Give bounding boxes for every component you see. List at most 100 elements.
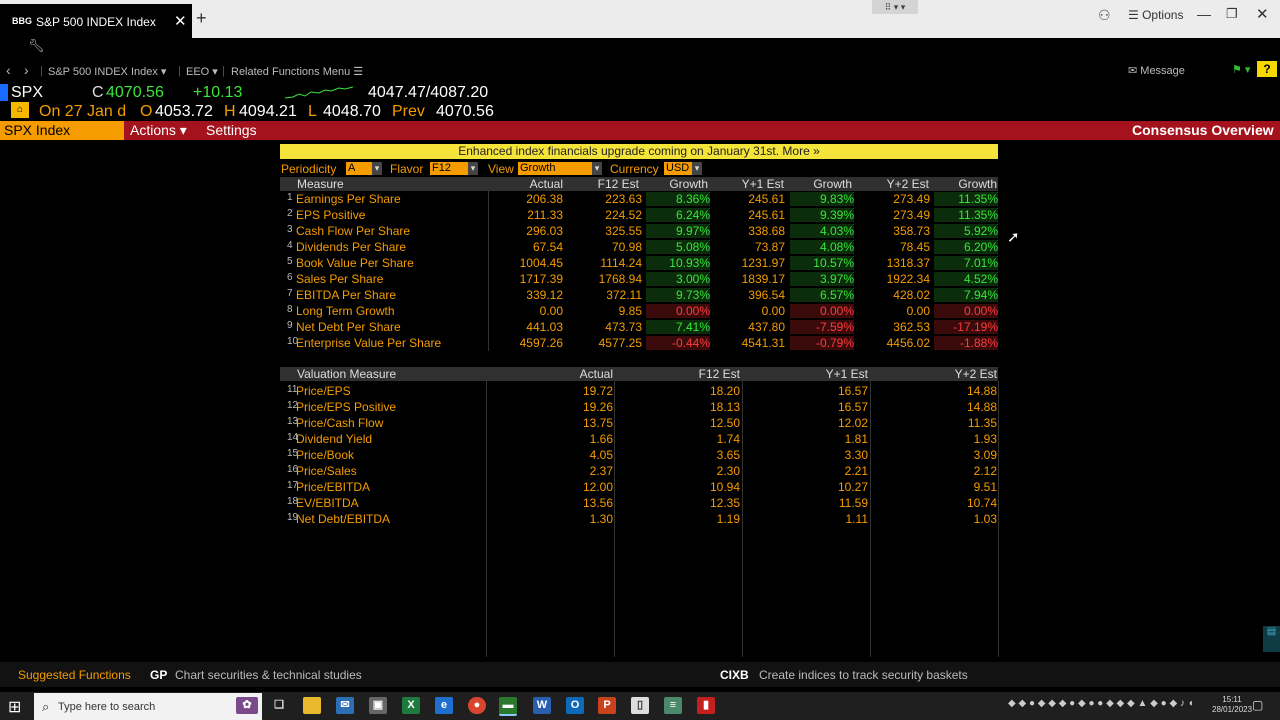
security-dropdown[interactable]: S&P 500 INDEX Index ▾ xyxy=(48,65,166,78)
measure-label[interactable]: Enterprise Value Per Share xyxy=(296,336,441,350)
measure-label[interactable]: Sales Per Share xyxy=(296,272,383,286)
currency-dropdown-icon[interactable]: ▾ xyxy=(692,162,702,175)
settings-menu[interactable]: Settings xyxy=(206,122,257,138)
table-row[interactable]: 11 Price/EPS 19.72 18.20 16.57 14.88 xyxy=(280,383,998,399)
column-header[interactable]: F12 Est xyxy=(699,367,740,381)
task-view-icon[interactable]: ❏ xyxy=(270,697,288,714)
taskbar-clock[interactable]: 15:11 28/01/2023 xyxy=(1212,695,1252,715)
edge-icon[interactable]: e xyxy=(435,697,453,714)
powerpoint-icon[interactable]: P xyxy=(598,697,616,714)
wrench-icon[interactable]: 🔧︎ xyxy=(28,38,45,54)
view-dropdown-icon[interactable]: ▾ xyxy=(592,162,602,175)
suggested-function-code[interactable]: CIXB xyxy=(720,668,749,682)
column-header[interactable]: Growth xyxy=(813,177,852,191)
notepad-icon[interactable]: ≡ xyxy=(664,697,682,714)
valuation-label[interactable]: EV/EBITDA xyxy=(296,496,359,510)
table-row[interactable]: 15 Price/Book 4.05 3.65 3.30 3.09 xyxy=(280,447,998,463)
calendar-icon[interactable]: ⌂ xyxy=(11,102,29,118)
table-row[interactable]: 19 Net Debt/EBITDA 1.30 1.19 1.11 1.03 xyxy=(280,511,998,527)
notification-icon[interactable]: ▢ xyxy=(1252,698,1263,712)
system-tray[interactable]: ◆ ◆ ● ◆ ◆ ◆ ● ◆ ● ● ◆ ◆ ◆ ▲ ◆ ● ◆ ♪ ◖ xyxy=(1008,698,1194,709)
table-row[interactable]: 8 Long Term Growth 0.00 9.85 0.00% 0.00 0.00% 0… xyxy=(280,303,998,319)
tab-close-icon[interactable]: ✕ xyxy=(174,12,187,30)
user-icon[interactable]: ⚇ xyxy=(1098,7,1111,24)
terminal-icon[interactable]: ▬ xyxy=(499,697,517,716)
options-menu[interactable]: ☰ Options xyxy=(1128,8,1183,22)
table-row[interactable]: 18 EV/EBITDA 13.56 12.35 11.59 10.74 xyxy=(280,495,998,511)
column-header[interactable]: Actual xyxy=(530,177,563,191)
window-mini-controls[interactable]: ⠿ ▾ ▾ xyxy=(872,0,918,14)
column-header[interactable]: Actual xyxy=(580,367,613,381)
table-row[interactable]: 17 Price/EBITDA 12.00 10.94 10.27 9.51 xyxy=(280,479,998,495)
suggested-function-code[interactable]: GP xyxy=(150,668,167,682)
valuation-label[interactable]: Price/EPS xyxy=(296,384,351,398)
back-icon[interactable]: ‹ xyxy=(6,62,11,78)
measure-label[interactable]: Dividends Per Share xyxy=(296,240,406,254)
eeo-dropdown[interactable]: EEO ▾ xyxy=(186,65,218,78)
measure-label[interactable]: EPS Positive xyxy=(296,208,365,222)
related-functions-menu[interactable]: Related Functions Menu ☰ xyxy=(231,65,363,78)
help-button[interactable]: ? xyxy=(1257,61,1277,77)
excel-icon[interactable]: X xyxy=(402,697,420,714)
valuation-label[interactable]: Price/Book xyxy=(296,448,354,462)
column-header[interactable]: Growth xyxy=(958,177,997,191)
table-row[interactable]: 6 Sales Per Share 1717.39 1768.94 3.00% 1839.… xyxy=(280,271,998,287)
window-close-icon[interactable]: ✕ xyxy=(1256,5,1269,23)
maximize-icon[interactable]: ❐ xyxy=(1226,6,1238,22)
column-header[interactable]: Growth xyxy=(669,177,708,191)
message-button[interactable]: ✉ Message xyxy=(1128,64,1185,77)
file-explorer-icon[interactable] xyxy=(303,697,321,714)
valuation-label[interactable]: Price/EBITDA xyxy=(296,480,370,494)
table-row[interactable]: 9 Net Debt Per Share 441.03 473.73 7.41% 437.… xyxy=(280,319,998,335)
periodicity-dropdown-icon[interactable]: ▾ xyxy=(372,162,382,175)
taskbar-search-input[interactable]: ⌕ Type here to search xyxy=(34,693,262,720)
upgrade-banner[interactable]: Enhanced index financials upgrade coming… xyxy=(280,144,998,159)
minimize-icon[interactable]: — xyxy=(1197,6,1211,22)
table-row[interactable]: 3 Cash Flow Per Share 296.03 325.55 9.97% 338… xyxy=(280,223,998,239)
measure-label[interactable]: Long Term Growth xyxy=(296,304,395,318)
chrome-icon[interactable]: ● xyxy=(468,697,486,714)
column-header[interactable]: Y+1 Est xyxy=(826,367,868,381)
table-row[interactable]: 12 Price/EPS Positive 19.26 18.13 16.57 14.88 xyxy=(280,399,998,415)
column-header[interactable]: F12 Est xyxy=(598,177,639,191)
outlook-icon[interactable]: O xyxy=(566,697,584,714)
measure-label[interactable]: Cash Flow Per Share xyxy=(296,224,410,238)
column-header[interactable]: Y+1 Est xyxy=(742,177,784,191)
suggested-function-desc[interactable]: Chart securities & technical studies xyxy=(175,668,362,682)
bloomberg-icon[interactable]: ▮ xyxy=(697,697,715,714)
table-row[interactable]: 1 Earnings Per Share 206.38 223.63 8.36% 245.… xyxy=(280,191,998,207)
side-panel-icon[interactable]: ▤ xyxy=(1263,626,1280,652)
app-icon[interactable]: ▣ xyxy=(369,697,387,714)
suggested-function-desc[interactable]: Create indices to track security baskets xyxy=(759,668,968,682)
measure-label[interactable]: Book Value Per Share xyxy=(296,256,414,270)
security-input-box[interactable]: SPX Index xyxy=(0,121,124,140)
new-tab-button[interactable]: + xyxy=(196,8,207,29)
windows-start-icon[interactable]: ⊞ xyxy=(8,697,21,717)
word-icon[interactable]: W xyxy=(533,697,551,714)
mail-icon[interactable]: ✉ xyxy=(336,697,354,714)
measure-label[interactable]: Net Debt Per Share xyxy=(296,320,401,334)
periodicity-select[interactable]: A xyxy=(346,162,372,175)
flag-icon[interactable]: ⚑ ▾ xyxy=(1232,63,1250,76)
valuation-label[interactable]: Price/Sales xyxy=(296,464,357,478)
document-icon[interactable]: ▯ xyxy=(631,697,649,714)
measure-label[interactable]: Earnings Per Share xyxy=(296,192,401,206)
browser-tab[interactable]: BBG S&P 500 INDEX Index ✕ xyxy=(0,4,192,38)
actions-menu[interactable]: Actions ▾ xyxy=(130,122,187,139)
table-row[interactable]: 14 Dividend Yield 1.66 1.74 1.81 1.93 xyxy=(280,431,998,447)
table-row[interactable]: 10 Enterprise Value Per Share 4597.26 4577.… xyxy=(280,335,998,351)
table-row[interactable]: 5 Book Value Per Share 1004.45 1114.24 10.93… xyxy=(280,255,998,271)
valuation-label[interactable]: Dividend Yield xyxy=(296,432,372,446)
valuation-label[interactable]: Net Debt/EBITDA xyxy=(296,512,390,526)
measure-label[interactable]: EBITDA Per Share xyxy=(296,288,396,302)
flavor-select[interactable]: F12 xyxy=(430,162,468,175)
table-row[interactable]: 16 Price/Sales 2.37 2.30 2.21 2.12 xyxy=(280,463,998,479)
valuation-label[interactable]: Price/EPS Positive xyxy=(296,400,396,414)
column-header[interactable]: Measure xyxy=(297,177,344,191)
table-row[interactable]: 2 EPS Positive 211.33 224.52 6.24% 245.61 9.39… xyxy=(280,207,998,223)
forward-icon[interactable]: › xyxy=(24,62,29,78)
column-header[interactable]: Valuation Measure xyxy=(297,367,396,381)
table-row[interactable]: 4 Dividends Per Share 67.54 70.98 5.08% 73.87… xyxy=(280,239,998,255)
table-row[interactable]: 7 EBITDA Per Share 339.12 372.11 9.73% 396.54… xyxy=(280,287,998,303)
valuation-label[interactable]: Price/Cash Flow xyxy=(296,416,383,430)
